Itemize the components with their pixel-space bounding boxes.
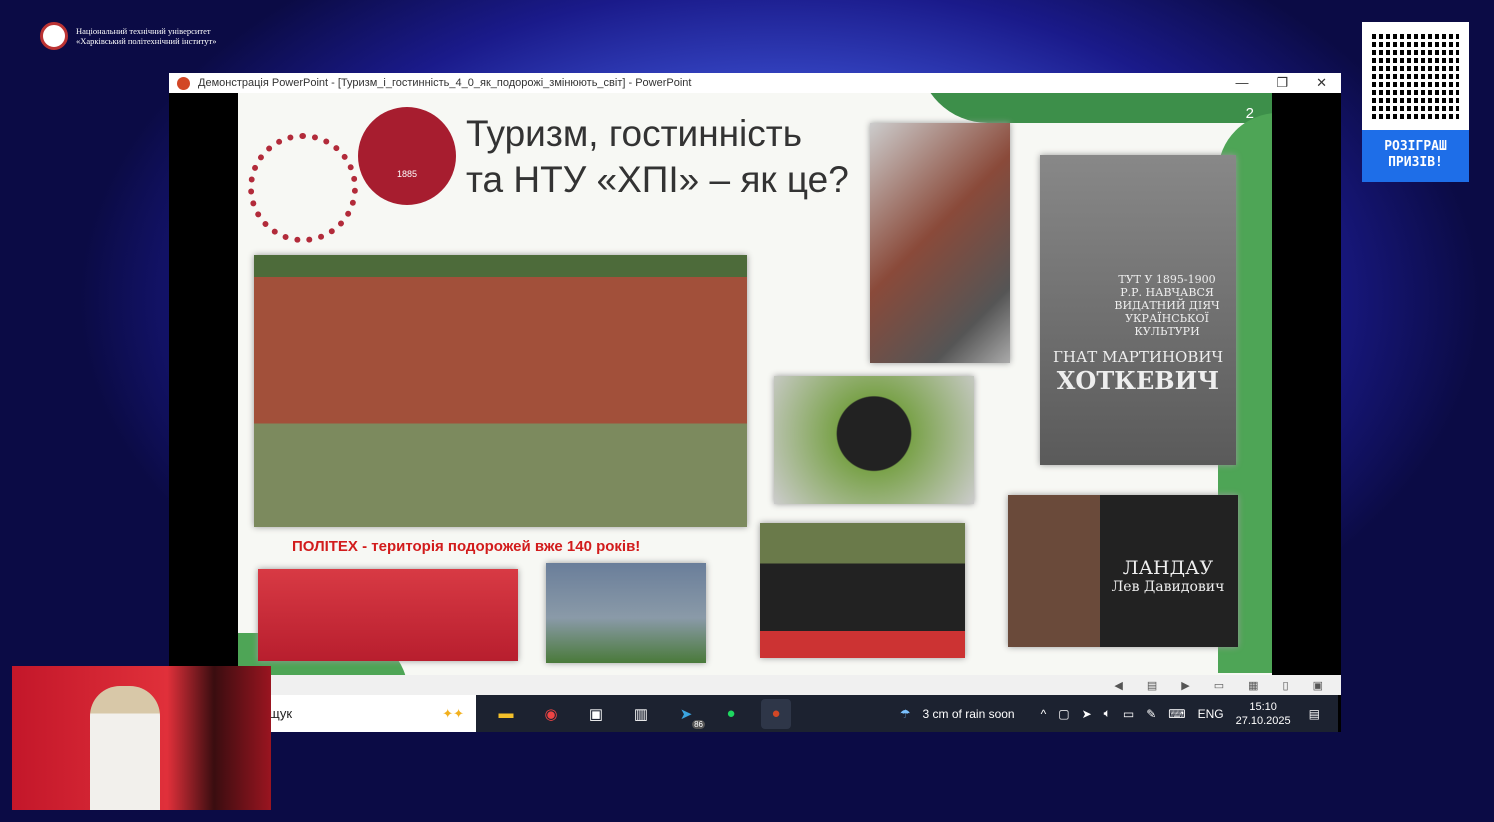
previous-slide-icon[interactable]: ◀	[1114, 679, 1122, 692]
clock[interactable]: 15:10 27.10.2025	[1236, 700, 1291, 728]
slide-caption: ПОЛІТЕХ - територія подорожей вже 140 ро…	[292, 538, 641, 555]
plaque-2-name-2: Лев Давидович	[1111, 579, 1225, 595]
spotify-icon[interactable]: ●	[716, 699, 746, 729]
red-building-photo	[258, 569, 518, 661]
qr-code[interactable]	[1372, 32, 1459, 119]
close-button[interactable]: ✕	[1316, 75, 1327, 91]
app-icon[interactable]: ▣	[581, 699, 611, 729]
network-icon[interactable]: ▭	[1123, 707, 1134, 721]
locomotive-photo	[760, 523, 965, 658]
minimize-button[interactable]: —	[1235, 75, 1248, 91]
meet-icon[interactable]: ▢	[1058, 707, 1069, 721]
title-line-2: та НТУ «ХПІ» – як це?	[466, 159, 849, 200]
title-bar: Демонстрація PowerPoint - [Туризм_і_гост…	[169, 73, 1341, 93]
time: 15:10	[1249, 700, 1277, 713]
telegram-tray-icon[interactable]: ➤	[1082, 707, 1092, 721]
volume-icon[interactable]: 🔈︎	[1104, 706, 1111, 721]
university-logo: Національний технічний університет «Харкі…	[40, 22, 217, 50]
plaque-2-name-1: ЛАНДАУ	[1122, 557, 1214, 579]
date: 27.10.2025	[1235, 714, 1291, 727]
slide-notes-icon[interactable]: ▤	[1147, 679, 1157, 692]
restore-button[interactable]: ❐	[1276, 75, 1288, 91]
travel-emblem	[248, 133, 358, 243]
modern-building-photo	[546, 563, 706, 663]
university-building-photo	[254, 255, 747, 527]
system-tray: ☂ 3 cm of rain soon ^ ▢ ➤ 🔈︎ ▭ ✎ ⌨ ENG 1…	[900, 700, 1338, 728]
slide-sorter-icon[interactable]: ▦	[1248, 679, 1258, 692]
telegram-icon[interactable]: ➤ 86	[671, 699, 705, 729]
umbrella-weather-icon[interactable]: ☂	[900, 707, 911, 721]
org-line-2: «Харківський політехнічний інститут»	[76, 36, 217, 46]
normal-view-icon[interactable]: ▭	[1214, 679, 1224, 692]
slide-number: 2	[1245, 105, 1254, 122]
reading-view-icon[interactable]: ▯	[1283, 679, 1289, 692]
file-explorer-icon[interactable]: ▬	[491, 699, 521, 729]
slide-title: Туризм, гостинність та НТУ «ХПІ» – як це?	[466, 111, 849, 203]
chevron-up-icon[interactable]: ^	[1041, 707, 1047, 721]
seal-year: 1885	[396, 169, 418, 179]
copilot-sparkle-icon: ✦✦	[442, 705, 464, 721]
prize-draw-button[interactable]: РОЗІГРАШ ПРИЗІВ!	[1362, 130, 1469, 182]
powerpoint-taskbar-icon[interactable]: ●	[761, 698, 791, 729]
khotkevych-plaque: ТУТ У 1895-1900 Р.Р. НАВЧАВСЯ ВИДАТНИЙ Д…	[1040, 155, 1236, 465]
monitor-app-icon[interactable]: ▥	[626, 699, 656, 729]
taskbar: щук ✦✦ ▬ ◉ ▣ ▥ ➤ 86 ● ● ☂ 3 cm of rain soo…	[169, 695, 1338, 732]
university-seal-icon	[40, 22, 68, 50]
landau-plaque: ЛАНДАУ Лев Давидович	[1008, 495, 1238, 647]
telegram-badge: 86	[692, 719, 705, 729]
qr-panel[interactable]: РОЗІГРАШ ПРИЗІВ!	[1362, 22, 1469, 182]
globe-sculpture-photo	[774, 376, 974, 504]
monument-photo	[870, 123, 1010, 363]
slideshow-status-bar: ◀ ▤ ▶ ▭ ▦ ▯ ▣	[238, 675, 1341, 695]
presenter	[90, 686, 160, 810]
window-title: Демонстрація PowerPoint - [Туризм_і_гост…	[198, 77, 692, 89]
weather-text[interactable]: 3 cm of rain soon	[923, 707, 1015, 721]
powerpoint-icon	[177, 76, 190, 90]
webcam-feed	[12, 666, 271, 810]
plaque-1-name-1: ГНАТ МАРТИНОВИЧ	[1052, 348, 1224, 366]
title-line-1: Туризм, гостинність	[466, 113, 802, 154]
language-indicator[interactable]: ENG	[1198, 707, 1224, 721]
search-text[interactable]: щук	[269, 706, 292, 721]
keyboard-icon[interactable]: ⌨	[1168, 707, 1185, 721]
slideshow-view-icon[interactable]: ▣	[1313, 679, 1323, 692]
next-slide-icon[interactable]: ▶	[1181, 679, 1189, 692]
plaque-1-name-2: ХОТКЕВИЧ	[1056, 366, 1220, 395]
university-seal: 1885	[358, 107, 456, 205]
powerpoint-window: Демонстрація PowerPoint - [Туризм_і_гост…	[169, 73, 1341, 732]
org-line-1: Національний технічний університет	[76, 26, 211, 36]
notifications-icon[interactable]: ▤	[1309, 707, 1320, 721]
pen-icon[interactable]: ✎	[1146, 707, 1156, 721]
plaque-1-text: ТУТ У 1895-1900 Р.Р. НАВЧАВСЯ ВИДАТНИЙ Д…	[1114, 273, 1220, 338]
green-wave-top	[918, 93, 1272, 123]
chrome-icon[interactable]: ◉	[536, 699, 566, 729]
slide: 1885 Туризм, гостинність та НТУ «ХПІ» – я…	[238, 93, 1272, 675]
